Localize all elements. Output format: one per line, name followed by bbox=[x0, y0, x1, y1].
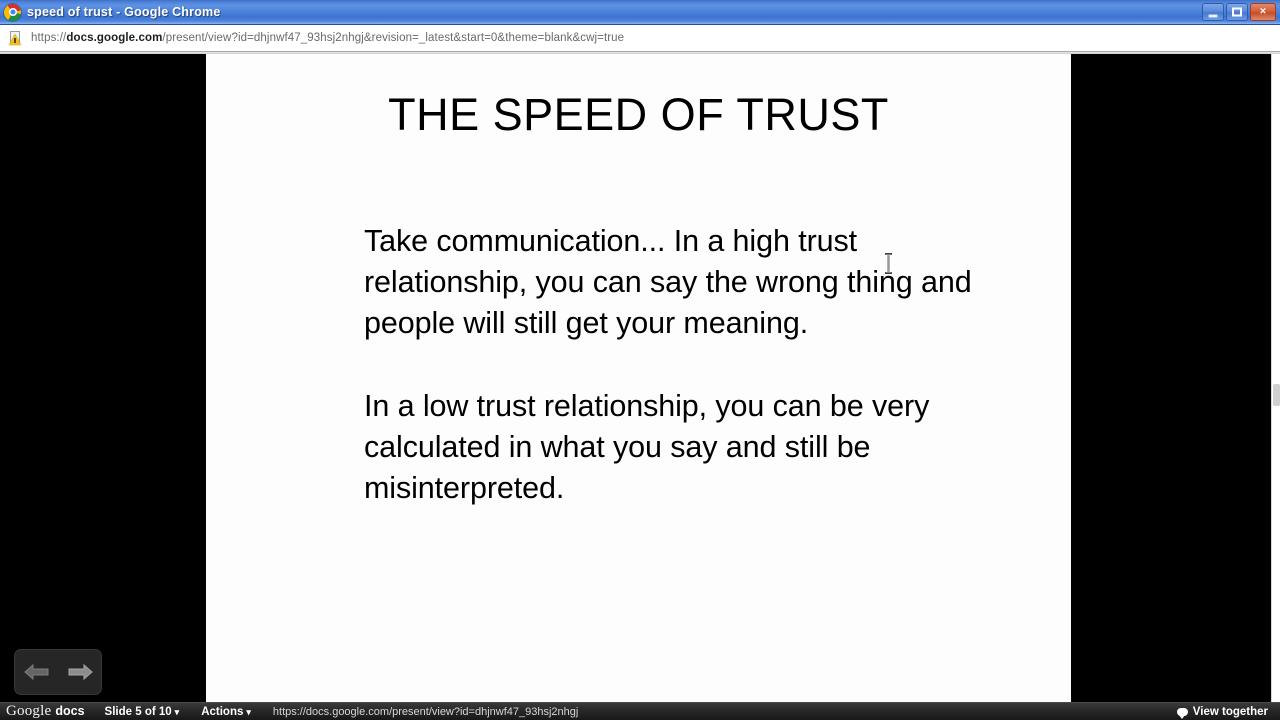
google-docs-logo[interactable]: Google docs bbox=[6, 703, 85, 720]
view-together-button[interactable]: View together bbox=[1176, 705, 1268, 719]
slide-canvas[interactable]: THE SPEED OF TRUST Take communication...… bbox=[206, 54, 1071, 702]
url-domain: docs.google.com bbox=[66, 32, 163, 44]
google-docs-logo-google: Google bbox=[6, 703, 52, 719]
slide-paragraph-1: Take communication... In a high trust re… bbox=[364, 224, 972, 340]
slide-navigation-controls bbox=[14, 649, 102, 695]
maximize-restore-button[interactable] bbox=[1226, 3, 1248, 21]
chevron-down-icon: ▾ bbox=[174, 706, 180, 717]
slide-counter-label: Slide 5 of 10 bbox=[104, 705, 172, 718]
actions-menu[interactable]: Actions ▾ bbox=[201, 706, 251, 718]
chevron-down-icon: ▾ bbox=[246, 706, 251, 717]
presentation-viewport[interactable]: THE SPEED OF TRUST Take communication...… bbox=[0, 54, 1280, 720]
slide-body: Take communication... In a high trust re… bbox=[364, 221, 984, 509]
browser-toolbar: https://docs.google.com/present/view?id=… bbox=[0, 25, 1280, 54]
actions-label: Actions bbox=[201, 705, 244, 718]
close-icon: × bbox=[1259, 5, 1267, 18]
url-path: /present/view?id=dhjnwf47_93hsj2nhgj&rev… bbox=[162, 32, 625, 44]
slide-counter-menu[interactable]: Slide 5 of 10 ▾ bbox=[105, 706, 180, 718]
browser-window: speed of trust - Google Chrome × https:/… bbox=[0, 0, 1280, 720]
view-together-label: View together bbox=[1192, 705, 1268, 718]
page-scrollbar[interactable] bbox=[1271, 54, 1280, 720]
insecure-page-warning-icon[interactable] bbox=[8, 30, 24, 46]
speech-bubble-icon bbox=[1176, 707, 1188, 719]
minimize-button[interactable] bbox=[1202, 3, 1224, 21]
arrow-left-icon[interactable] bbox=[23, 662, 50, 682]
arrow-right-icon[interactable] bbox=[67, 662, 93, 682]
window-controls: × bbox=[1202, 3, 1276, 21]
close-button[interactable]: × bbox=[1250, 3, 1276, 21]
chrome-logo-icon bbox=[4, 3, 21, 21]
slide-paragraph-2: In a low trust relationship, you can be … bbox=[364, 389, 930, 505]
google-docs-logo-docs: docs bbox=[55, 704, 85, 718]
window-title: speed of trust - Google Chrome bbox=[27, 5, 221, 19]
google-docs-status-bar: Google docs Slide 5 of 10 ▾ Actions ▾ http… bbox=[0, 702, 1280, 720]
slide-title: THE SPEED OF TRUST bbox=[388, 89, 889, 140]
address-bar-url[interactable]: https://docs.google.com/present/view?id=… bbox=[31, 32, 1280, 44]
status-bar-url: https://docs.google.com/present/view?id=… bbox=[272, 705, 579, 718]
scrollbar-thumb[interactable] bbox=[1273, 384, 1280, 406]
window-title-bar: speed of trust - Google Chrome × bbox=[0, 0, 1280, 25]
url-scheme: https:// bbox=[31, 32, 67, 44]
